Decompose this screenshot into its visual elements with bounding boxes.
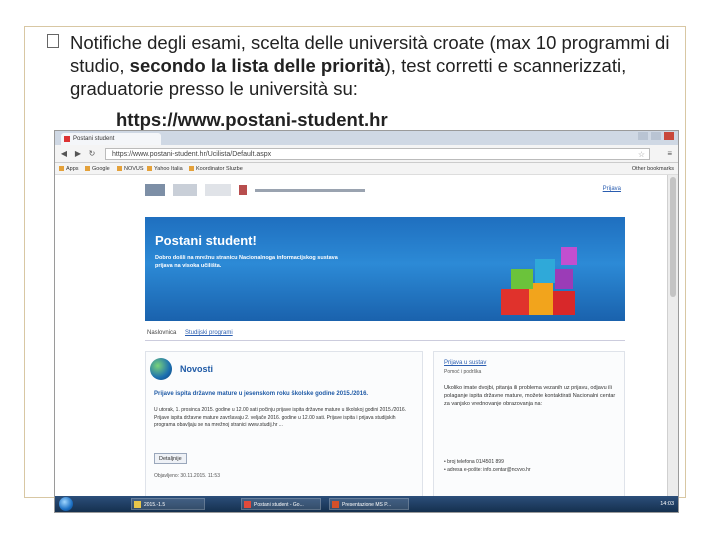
forward-arrow-icon[interactable]: ▶ xyxy=(73,149,83,159)
browser-tabbar: Postani student xyxy=(55,131,678,145)
slide-url[interactable]: https://www.postani-student.hr xyxy=(116,109,388,131)
details-button[interactable]: Detaljnije xyxy=(154,453,187,464)
bookmark-item[interactable]: Yahoo Italia xyxy=(147,164,183,174)
address-text: https://www.postani-student.hr/Ucilista/… xyxy=(112,151,272,158)
support-body: Ukoliko imate dvojbi, pitanja ili proble… xyxy=(444,385,616,407)
bookmark-item[interactable]: Koordinator Sluzbe xyxy=(189,164,243,174)
page-scrollbar[interactable] xyxy=(667,175,678,498)
contact-phone: • broj telefona 01/4501 899 xyxy=(444,459,504,465)
powerpoint-icon xyxy=(332,501,339,508)
address-input[interactable]: https://www.postani-student.hr/Ucilista/… xyxy=(105,148,650,160)
block-shape xyxy=(501,289,529,315)
scroll-thumb[interactable] xyxy=(670,177,676,297)
favicon-icon xyxy=(64,136,70,142)
colored-blocks-illustration xyxy=(491,239,591,329)
hero-banner: Postani student! Dobro došli na mrežnu s… xyxy=(145,217,625,321)
menu-icon[interactable]: ≡ xyxy=(667,149,672,158)
bookmark-icon xyxy=(117,166,122,172)
chrome-icon xyxy=(244,501,251,508)
folder-icon xyxy=(134,501,141,508)
logo-image xyxy=(173,184,197,196)
bullet-checkbox-icon xyxy=(47,34,59,48)
login-link[interactable]: Prijava xyxy=(603,186,621,192)
login-system-link[interactable]: Prijava u sustav xyxy=(444,360,486,366)
tab-title: Postani student xyxy=(73,136,115,142)
logo-image xyxy=(205,184,231,196)
support-panel: Prijava u sustav Pomoć i podrška Ukoliko… xyxy=(433,351,625,498)
other-bookmarks[interactable]: Other bookmarks xyxy=(632,164,674,174)
news-title: Novosti xyxy=(180,364,214,374)
block-shape xyxy=(535,259,555,283)
back-arrow-icon[interactable]: ◀ xyxy=(59,149,69,159)
bookmark-item[interactable]: Google xyxy=(85,164,110,174)
browser-screenshot: Postani student ◀ ▶ ↻ https://www.postan… xyxy=(54,130,679,513)
nav-study-programs[interactable]: Studijski programi xyxy=(185,330,233,336)
yahoo-icon xyxy=(147,166,152,172)
windows-taskbar: 2015.-1.5 Postani student - Go... Presen… xyxy=(55,496,678,512)
news-heading[interactable]: Prijave ispita državne mature u jesensko… xyxy=(154,391,418,397)
bookmark-item[interactable]: NOVUS xyxy=(117,164,144,174)
slide-bullet-text: Notifiche degli esami, scelta delle univ… xyxy=(70,31,680,100)
news-date: Objavljeno: 30.11.2015. 11:53 xyxy=(154,473,220,479)
hero-subtitle: Dobro došli na mrežnu stranicu Nacionaln… xyxy=(155,255,338,269)
browser-tab[interactable]: Postani student xyxy=(61,133,161,145)
reload-icon[interactable]: ↻ xyxy=(87,149,97,159)
taskbar-clock: 14:03 xyxy=(660,501,674,507)
block-shape xyxy=(511,269,533,289)
address-bar-row: ◀ ▶ ↻ https://www.postani-student.hr/Uci… xyxy=(55,145,678,163)
news-panel: Novosti Prijave ispita državne mature u … xyxy=(145,351,423,498)
google-icon xyxy=(85,166,90,172)
partner-logos xyxy=(145,183,365,197)
start-button-icon[interactable] xyxy=(59,497,73,511)
nav-home[interactable]: Naslovnica xyxy=(147,330,176,336)
taskbar-item[interactable]: 2015.-1.5 xyxy=(131,498,205,510)
block-shape xyxy=(555,269,573,289)
window-controls xyxy=(638,132,674,140)
block-shape xyxy=(553,291,575,315)
star-icon[interactable]: ☆ xyxy=(638,149,645,160)
close-icon[interactable] xyxy=(664,132,674,140)
globe-icon xyxy=(150,358,172,380)
bookmarks-bar: Apps Google NOVUS Yahoo Italia Koordinat… xyxy=(55,163,678,175)
minimize-icon[interactable] xyxy=(638,132,648,140)
taskbar-item[interactable]: Presentazione MS P... xyxy=(329,498,409,510)
block-shape xyxy=(561,247,577,265)
contact-email: • adresa e-pošte: info.centar@ncvvo.hr xyxy=(444,467,531,473)
sub-navigation: Naslovnica Studijski programi xyxy=(145,327,625,341)
support-subtitle: Pomoć i podrška xyxy=(444,369,482,375)
hero-title: Postani student! xyxy=(155,233,257,248)
logo-image xyxy=(145,184,165,196)
bullet-text-bold: secondo la lista delle priorità xyxy=(129,55,385,76)
coat-of-arms-icon xyxy=(239,185,247,195)
web-page: Prijava Postani student! Dobro došli na … xyxy=(55,175,669,498)
taskbar-item[interactable]: Postani student - Go... xyxy=(241,498,321,510)
bookmark-icon xyxy=(189,166,194,172)
support-contacts: • broj telefona 01/4501 899 • adresa e-p… xyxy=(444,458,620,474)
maximize-icon[interactable] xyxy=(651,132,661,140)
logo-text-line xyxy=(255,188,365,192)
bookmark-item[interactable]: Apps xyxy=(59,164,79,174)
apps-icon xyxy=(59,166,64,172)
news-body: U utorak, 1. prosinca 2015. godine u 12.… xyxy=(154,407,407,428)
